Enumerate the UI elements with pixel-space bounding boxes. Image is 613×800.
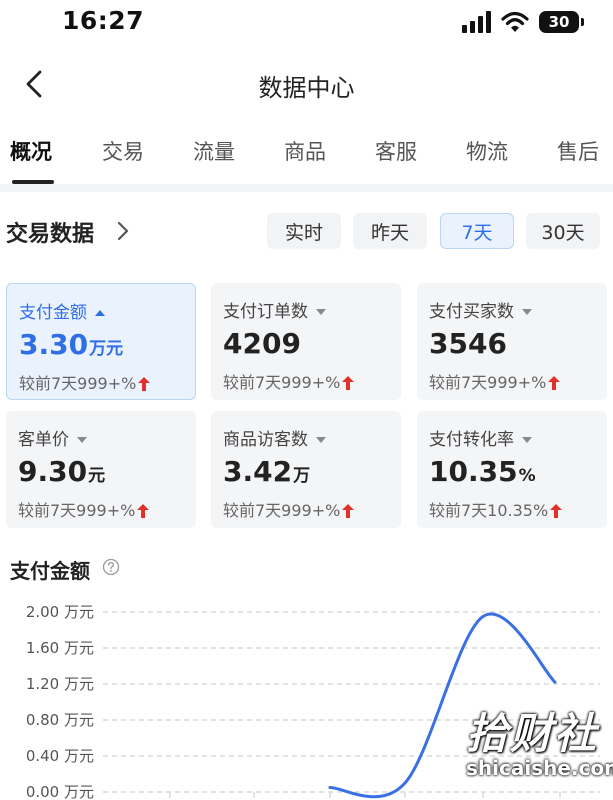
caret-down-icon [77,437,87,443]
caret-down-icon [316,437,326,443]
page-title: 数据中心 [258,74,355,102]
caret-down-icon [316,309,326,315]
nav-bar: 数据中心 [0,52,613,118]
tab-overview[interactable]: 概况 [10,136,52,166]
tab-service[interactable]: 客服 [375,136,417,166]
metric-label: 支付金额 [19,303,87,323]
y-tick-label: 0.80 万元 [26,711,94,729]
status-icons: 30 [461,9,584,35]
metric-value: 10.35 [429,455,518,488]
divider [0,184,613,192]
arrow-up-icon [342,504,355,518]
tab-after-sales[interactable]: 售后 [557,136,599,166]
metric-card-orders[interactable]: 支付订单数 4209 较前7天999+% [211,283,401,400]
caret-up-icon [95,310,105,316]
arrow-up-icon [548,376,561,390]
metric-value: 3546 [429,327,507,360]
metric-unit: 万元 [89,339,124,359]
arrow-up-icon [550,504,563,518]
metric-label: 支付订单数 [223,302,308,322]
metric-compare: 较前7天999+% [18,501,136,520]
tab-goods[interactable]: 商品 [284,136,326,166]
period-7days-button[interactable]: 7天 [440,213,514,249]
metric-unit: 元 [88,466,106,486]
metric-label: 支付买家数 [429,302,514,322]
y-tick-label: 1.60 万元 [26,639,94,657]
tab-trade[interactable]: 交易 [102,136,144,166]
status-bar: 16:27 30 [0,0,613,44]
caret-down-icon [522,437,532,443]
tab-traffic[interactable]: 流量 [193,136,235,166]
arrow-up-icon [342,376,355,390]
metric-value: 9.30 [18,455,88,488]
period-realtime-button[interactable]: 实时 [267,213,341,249]
metric-value: 4209 [223,327,301,360]
metric-value: 3.42 [223,455,293,488]
wifi-icon [501,11,529,32]
metric-card-visitors[interactable]: 商品访客数 3.42万 较前7天999+% [211,411,401,528]
chart-title: 支付金额 [10,559,90,583]
status-time: 16:27 [62,6,145,35]
y-tick-label: 2.00 万元 [26,603,94,621]
metric-compare: 较前7天999+% [429,373,547,392]
battery-level: 30 [548,13,570,31]
chevron-right-icon[interactable] [116,220,130,242]
metric-card-avg-price[interactable]: 客单价 9.30元 较前7天999+% [6,411,196,528]
arrow-up-icon [137,504,150,518]
signal-icon [462,11,491,33]
watermark-logo: 拾财社 [466,709,599,758]
metric-unit: % [518,466,536,486]
metric-compare: 较前7天999+% [223,373,341,392]
metric-card-buyers[interactable]: 支付买家数 3546 较前7天999+% [417,283,607,400]
battery-icon: 30 [539,11,584,33]
tab-bar: 概况 交易 流量 商品 客服 物流 售后 [0,126,613,184]
section-title[interactable]: 交易数据 [6,216,94,248]
caret-down-icon [522,309,532,315]
metric-card-conversion[interactable]: 支付转化率 10.35% 较前7天10.35% [417,411,607,528]
metric-compare: 较前7天999+% [223,501,341,520]
y-tick-label: 0.40 万元 [26,747,94,765]
watermark-url: shicaishe.com [466,756,613,780]
metric-unit: 万 [293,466,311,486]
metric-compare: 较前7天10.35% [429,501,549,520]
period-yesterday-button[interactable]: 昨天 [353,213,427,249]
metric-label: 客单价 [18,430,69,450]
watermark: 拾财社 shicaishe.com [460,700,613,795]
arrow-up-icon [138,377,151,391]
metric-label: 支付转化率 [429,430,514,450]
metric-compare: 较前7天999+% [19,374,137,393]
tab-logistics[interactable]: 物流 [466,136,508,166]
y-tick-label: 1.20 万元 [26,675,94,693]
metric-value: 3.30 [19,328,89,361]
metric-card-pay-amount[interactable]: 支付金额 3.30万元 较前7天999+% [6,283,196,400]
period-30days-button[interactable]: 30天 [526,213,600,249]
y-tick-label: 0.00 万元 [26,783,94,800]
metric-label: 商品访客数 [223,430,308,450]
help-icon[interactable] [102,558,120,576]
